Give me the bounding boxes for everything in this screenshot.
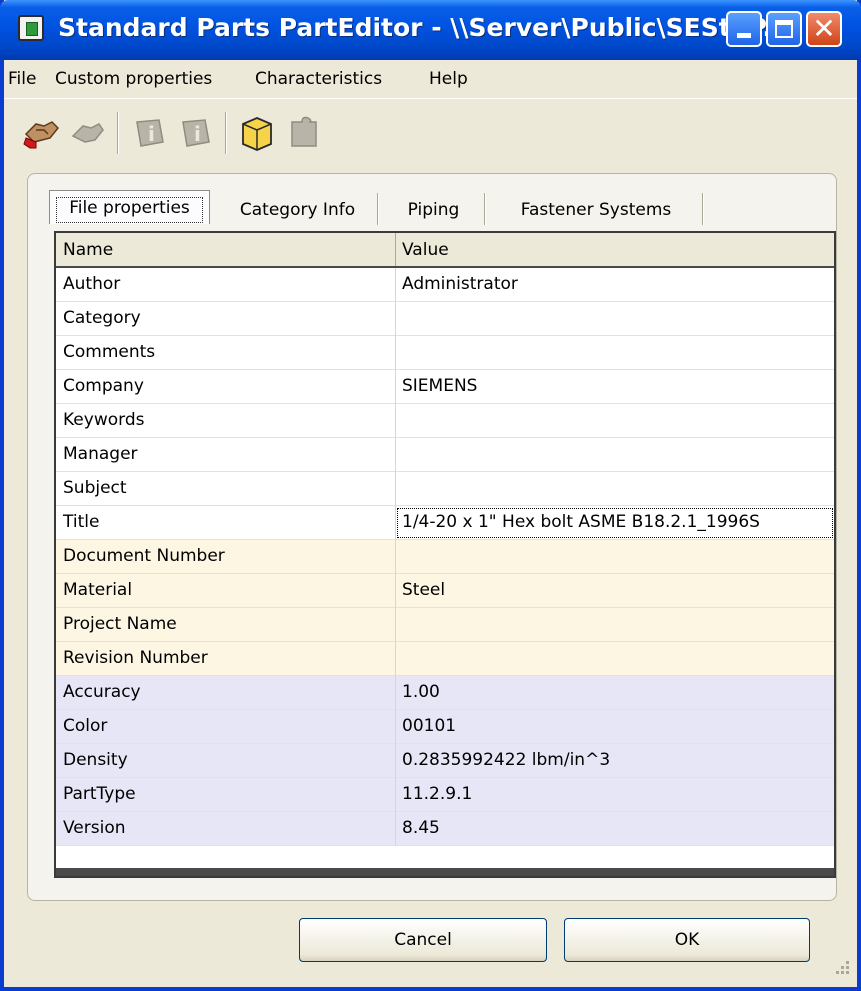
tab-piping[interactable]: Piping [381,193,486,227]
svg-text:i: i [194,122,201,146]
table-row[interactable]: Density 0.2835992422 lbm/in^3 [56,744,834,778]
table-row[interactable]: PartType 11.2.9.1 [56,778,834,812]
close-button[interactable]: ✕ [806,11,842,47]
property-name: Accuracy [63,682,141,702]
property-name: Category [63,308,141,328]
property-name: PartType [63,784,136,804]
close-icon: ✕ [812,12,836,45]
property-value[interactable]: 8.45 [402,818,440,838]
tab-label: Fastener Systems [520,200,672,220]
tab-label: Piping [407,200,460,220]
table-row[interactable]: Revision Number [56,642,834,676]
ok-label: OK [674,930,700,950]
tab-category-info[interactable]: Category Info [216,193,379,227]
window-title: Standard Parts PartEditor - \\Server\Pub… [58,13,791,42]
property-value[interactable]: Administrator [402,274,518,294]
ok-button[interactable]: OK [564,918,810,962]
table-row[interactable]: Comments [56,336,834,370]
table-row[interactable]: Keywords [56,404,834,438]
table-row[interactable]: Category [56,302,834,336]
menu-help[interactable]: Help [429,69,468,89]
handshake-disabled-icon[interactable] [67,112,107,154]
resize-grip-icon[interactable] [830,955,852,977]
tab-label: File properties [69,198,190,218]
maximize-button[interactable] [766,11,802,47]
property-name: Project Name [63,614,177,634]
property-name: Revision Number [63,648,208,668]
property-name: Company [63,376,144,396]
menu-bar: File Custom properties Characteristics H… [4,60,857,99]
table-row[interactable]: Document Number [56,540,834,574]
info-disabled-icon[interactable]: i [175,112,215,154]
column-header-name[interactable]: Name [63,240,113,260]
table-row[interactable]: Material Steel [56,574,834,608]
menu-custom-properties[interactable]: Custom properties [55,69,212,89]
part-editor-window: Standard Parts PartEditor - \\Server\Pub… [0,0,861,991]
table-row[interactable]: Company SIEMENS [56,370,834,404]
grid-header: Name Value [56,233,834,268]
table-row[interactable]: Manager [56,438,834,472]
menu-characteristics[interactable]: Characteristics [255,69,382,89]
minimize-button[interactable] [726,11,762,47]
cancel-button[interactable]: Cancel [299,918,547,962]
property-name: Title [63,512,100,532]
table-row[interactable]: Version 8.45 [56,812,834,846]
property-value[interactable]: 00101 [402,716,456,736]
table-row[interactable]: Color 00101 [56,710,834,744]
property-name: Density [63,750,128,770]
property-name: Subject [63,478,127,498]
handshake-icon[interactable] [22,112,62,154]
table-row[interactable]: Accuracy 1.00 [56,676,834,710]
property-name: Keywords [63,410,145,430]
property-value[interactable]: 0.2835992422 lbm/in^3 [402,750,610,770]
property-name: Color [63,716,108,736]
property-name: Material [63,580,133,600]
property-value[interactable]: SIEMENS [402,376,477,396]
property-value[interactable]: 1.00 [402,682,440,702]
property-value[interactable]: 11.2.9.1 [402,784,472,804]
open-folder-icon[interactable] [237,112,277,154]
property-value[interactable]: 1/4-20 x 1" Hex bolt ASME B18.2.1_1996S [402,512,760,532]
cancel-label: Cancel [394,930,452,950]
table-row[interactable]: Author Administrator [56,268,834,302]
property-value[interactable]: Steel [402,580,445,600]
table-row[interactable]: Subject [56,472,834,506]
table-row[interactable]: Title 1/4-20 x 1" Hex bolt ASME B18.2.1_1… [56,506,834,540]
info-disabled-icon[interactable]: i [129,112,169,154]
jigsaw-disabled-icon[interactable] [284,112,324,154]
property-name: Comments [63,342,156,362]
column-header-value[interactable]: Value [402,240,449,260]
minimize-icon [737,33,751,38]
property-name: Author [63,274,121,294]
app-icon[interactable] [18,15,44,41]
tab-label: Category Info [239,200,356,220]
tab-file-properties[interactable]: File properties [49,190,210,224]
tab-fastener-systems[interactable]: Fastener Systems [488,193,704,227]
table-row[interactable]: Project Name [56,608,834,642]
maximize-icon [775,20,793,38]
property-name: Manager [63,444,138,464]
property-name: Version [63,818,126,838]
menu-file[interactable]: File [8,69,36,89]
property-name: Document Number [63,546,225,566]
svg-text:i: i [148,122,155,146]
title-bar[interactable]: Standard Parts PartEditor - \\Server\Pub… [0,0,861,60]
toolbar: i i [4,100,857,162]
properties-grid: Name Value Author Administrator Category Co… [54,231,836,878]
grid-bottom-border [56,868,834,876]
